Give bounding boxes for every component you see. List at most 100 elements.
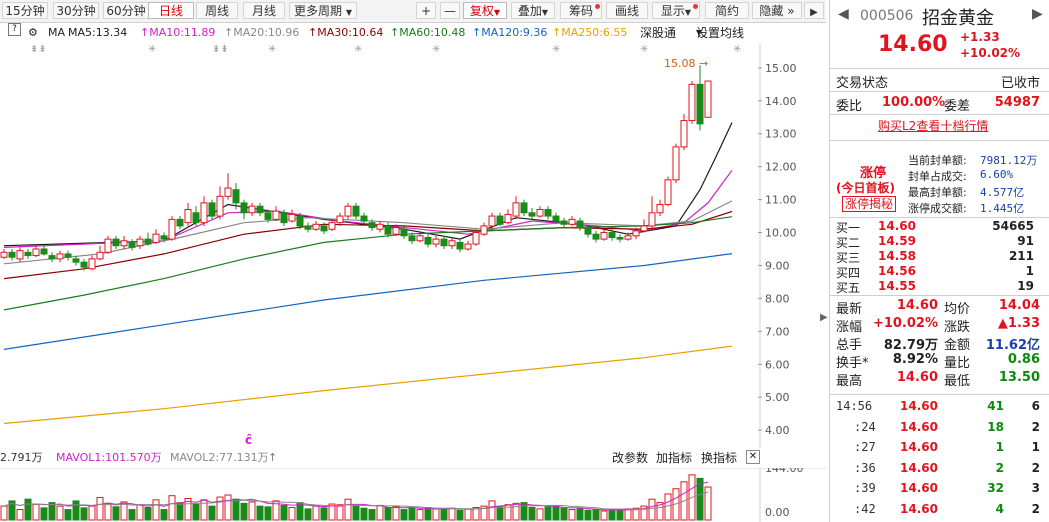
event-marker-icon: ✳ bbox=[733, 44, 741, 55]
period-15min[interactable]: 15分钟 bbox=[2, 2, 48, 19]
overlay-dropdown[interactable]: 叠加▼ bbox=[511, 2, 555, 19]
ma-item-4: ↑MA60:10.48 bbox=[390, 26, 466, 39]
volume-bar bbox=[512, 502, 520, 521]
candle-body bbox=[280, 212, 288, 224]
limit-secret-button[interactable]: 涨停揭秘 bbox=[842, 196, 897, 212]
tick-price: 14.60 bbox=[900, 501, 938, 516]
tick-list: 14:56 14.60 41 6:24 14.60 18 2:27 14.60 1 1:36 14.… bbox=[830, 396, 1049, 522]
limit-item-label: 当前封单额: bbox=[908, 154, 967, 167]
candle-body bbox=[40, 248, 48, 255]
fuquan-dropdown[interactable]: 复权▼ bbox=[463, 2, 507, 19]
volume-bar bbox=[264, 506, 272, 521]
volume-bar bbox=[0, 505, 8, 521]
tick-time: :36 bbox=[854, 460, 876, 475]
kline-chart[interactable]: 15.00 14.00 13.00 12.00 11.00 10.00 9.00 8.00 7.… bbox=[0, 44, 826, 448]
period-30min[interactable]: 30分钟 bbox=[53, 2, 99, 19]
add-indicator-button[interactable]: 加指标 bbox=[656, 448, 692, 468]
volume-bar bbox=[544, 506, 552, 521]
volume-bar bbox=[704, 486, 712, 521]
ma-item-3: ↑MA30:10.64 bbox=[308, 26, 384, 39]
candle-body bbox=[288, 213, 296, 222]
volume-bar bbox=[592, 509, 600, 521]
period-more-dropdown[interactable]: 更多周期 ▼ bbox=[289, 2, 357, 19]
volume-bar bbox=[664, 493, 672, 521]
change-params-button[interactable]: 改参数 bbox=[612, 448, 648, 468]
chips-button[interactable]: 筹码 bbox=[560, 2, 602, 19]
volume-bar bbox=[400, 509, 408, 521]
volume-bar bbox=[232, 498, 240, 521]
candle-body bbox=[112, 238, 120, 247]
volume-bar bbox=[448, 507, 456, 521]
ma-item-1: ↑MA10:11.89 bbox=[140, 26, 216, 39]
limit-item-label: 最高封单额: bbox=[908, 186, 967, 199]
arrow-up-icon: ↑ bbox=[268, 451, 278, 464]
zoom-in-button[interactable]: + bbox=[416, 2, 436, 19]
volume-bar bbox=[256, 505, 264, 521]
event-marker-icon: ✳ bbox=[640, 44, 648, 55]
candle-body bbox=[656, 204, 664, 214]
candle-body bbox=[0, 251, 8, 258]
hide-button[interactable]: 隐藏 » bbox=[752, 2, 802, 19]
candle-body bbox=[48, 255, 56, 260]
candle-body bbox=[608, 232, 616, 238]
y-tick-label: 13.00 bbox=[765, 128, 797, 141]
divider bbox=[830, 114, 1049, 115]
mavol2-value: MAVOL2:77.131万 bbox=[170, 451, 269, 464]
bid-volume: 91 bbox=[1017, 234, 1034, 248]
tick-time: :24 bbox=[854, 419, 876, 434]
dropdown-arrow-icon: ▼ bbox=[684, 8, 692, 17]
stock-name: 招金黄金 bbox=[922, 8, 994, 29]
volume-chart[interactable]: 144.00 0.00 bbox=[0, 468, 826, 522]
period-60min[interactable]: 60分钟 bbox=[103, 2, 149, 19]
stats-grid: 最新 14.60 均价 14.04 涨幅 +10.02% 涨跌 ▲1.33 总手 82.79万 金额… bbox=[830, 297, 1049, 389]
weibi-label: 委比 bbox=[836, 99, 863, 114]
ma-legend-row: ? ⚙ MA MA5:13.34 ↑MA10:11.89 ↑MA20:10.96 ↑M… bbox=[0, 23, 760, 43]
volume-bar bbox=[176, 502, 184, 521]
volume-bar bbox=[456, 509, 464, 521]
vol-value: 2.791万 bbox=[0, 451, 43, 464]
display-dropdown[interactable]: 显示▼ bbox=[652, 2, 700, 19]
switch-indicator-button[interactable]: 换指标 bbox=[701, 448, 737, 468]
stat-label: 均价 bbox=[944, 302, 971, 317]
candle-body bbox=[632, 230, 640, 237]
candle-body bbox=[248, 205, 256, 214]
volume-bar bbox=[608, 509, 616, 521]
candle-body bbox=[136, 238, 144, 247]
period-toolbar: 15分钟 30分钟 60分钟 日线 周线 月线 更多周期 ▼ + — 复权▼ 叠… bbox=[0, 0, 826, 23]
collapse-arrow-button[interactable]: ▶ bbox=[804, 2, 824, 19]
stat-label: 最新 bbox=[836, 302, 863, 317]
bid-volume: 19 bbox=[1017, 279, 1034, 293]
candle-body bbox=[384, 225, 392, 235]
stat-label: 最高 bbox=[836, 374, 863, 389]
candle-body bbox=[376, 223, 384, 230]
volume-bar bbox=[616, 509, 624, 521]
candle-body bbox=[408, 235, 416, 242]
prev-stock-icon[interactable]: ◀ bbox=[838, 6, 849, 22]
y-tick-label: 12.00 bbox=[765, 161, 797, 174]
tick-price: 14.60 bbox=[900, 481, 938, 495]
period-weekly[interactable]: 周线 bbox=[196, 2, 238, 19]
draw-line-button[interactable]: 画线 bbox=[606, 2, 648, 19]
y-tick-label: 7.00 bbox=[765, 325, 790, 338]
candle-body bbox=[72, 258, 80, 263]
simple-mode-button[interactable]: 简约 bbox=[705, 2, 749, 19]
period-daily[interactable]: 日线 bbox=[148, 2, 194, 19]
volume-bar bbox=[648, 498, 656, 521]
period-monthly[interactable]: 月线 bbox=[243, 2, 285, 19]
zoom-out-button[interactable]: — bbox=[440, 2, 460, 19]
side-collapse-icon[interactable]: ▶ bbox=[820, 312, 828, 332]
buy-l2-link[interactable]: 购买L2查看十档行情 bbox=[878, 117, 988, 134]
next-stock-icon[interactable]: ▶ bbox=[1032, 6, 1043, 22]
volume-bar bbox=[584, 509, 592, 521]
volume-bar bbox=[40, 507, 48, 521]
gear-icon[interactable]: ⚙ bbox=[28, 23, 38, 43]
quote-panel: ◀ 000506 招金黄金 ▶ 14.60 +1.33 +10.02% 交易状态… bbox=[829, 0, 1049, 522]
candle-body bbox=[648, 212, 656, 227]
candle-body bbox=[328, 222, 336, 230]
candle-body bbox=[120, 240, 128, 247]
shengutong-link[interactable]: 深股通 bbox=[640, 23, 676, 43]
tick-volume: 2 bbox=[995, 460, 1004, 475]
tick-price: 14.60 bbox=[900, 419, 938, 434]
volume-bar bbox=[88, 505, 96, 521]
candle-body bbox=[8, 251, 16, 258]
